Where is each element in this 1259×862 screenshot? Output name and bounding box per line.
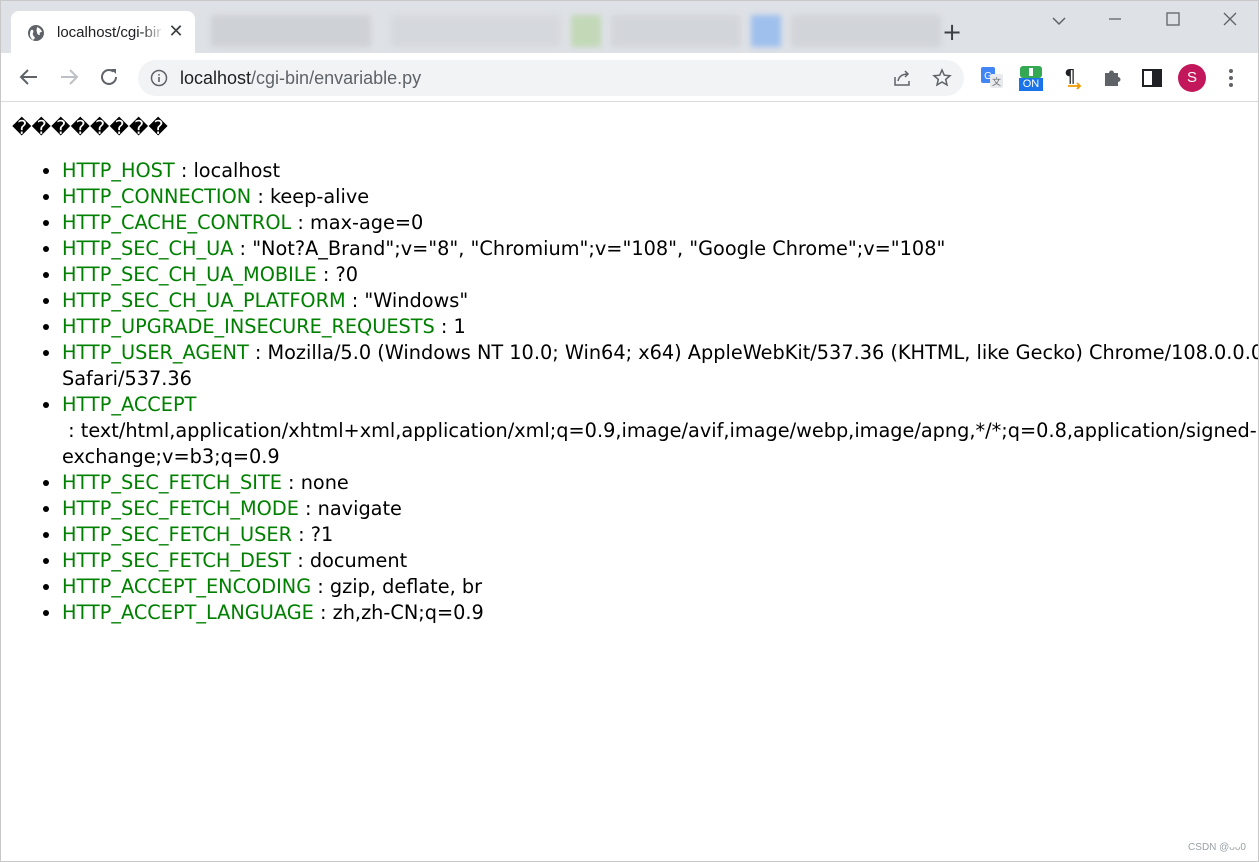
key-value-separator: :	[281, 471, 301, 494]
key-value-separator: :	[434, 315, 454, 338]
key-value-separator: :	[291, 211, 311, 234]
reload-icon[interactable]	[97, 65, 121, 89]
blurred-background-tabs[interactable]	[201, 15, 941, 47]
share-icon[interactable]	[892, 68, 912, 88]
key-value-separator: :	[291, 523, 311, 546]
env-variable-value: keep-alive	[269, 185, 370, 208]
env-variable-key: HTTP_SEC_CH_UA	[62, 237, 234, 260]
env-variable-item: HTTP_CACHE_CONTROL : max-age=0	[62, 210, 1258, 236]
env-variable-value: gzip, deflate, br	[329, 575, 483, 598]
key-value-separator: :	[313, 601, 333, 624]
browser-window: localhost/cgi-bin/envariable.py ✕ +	[0, 0, 1259, 862]
env-variable-key: HTTP_ACCEPT_LANGUAGE	[62, 601, 314, 624]
env-variable-key: HTTP_SEC_FETCH_DEST	[62, 549, 292, 572]
tab-close-icon[interactable]: ✕	[167, 23, 185, 41]
env-variable-value: localhost	[193, 159, 281, 182]
url-host: localhost	[180, 68, 252, 88]
more-menu-icon[interactable]	[1221, 66, 1241, 90]
env-variable-item: HTTP_ACCEPT_LANGUAGE : zh,zh-CN;q=0.9	[62, 600, 1258, 626]
env-variable-key: HTTP_ACCEPT	[62, 393, 197, 416]
env-variable-key: HTTP_SEC_CH_UA_MOBILE	[62, 263, 317, 286]
key-value-separator: :	[174, 159, 194, 182]
bookmark-star-icon[interactable]	[932, 68, 952, 88]
key-value-separator: :	[345, 289, 365, 312]
env-variable-value: "Windows"	[364, 289, 469, 312]
env-variable-key: HTTP_SEC_FETCH_MODE	[62, 497, 299, 520]
key-value-separator: :	[316, 263, 336, 286]
env-variable-value: ?0	[335, 263, 358, 286]
back-arrow-icon[interactable]	[17, 65, 41, 89]
tab-title-fade	[141, 19, 165, 45]
tab-search-chevron-icon[interactable]	[1044, 9, 1074, 33]
watermark: CSDN @ᴗᴗ0	[1188, 842, 1246, 853]
tab-active[interactable]: localhost/cgi-bin/envariable.py ✕	[11, 11, 195, 53]
svg-text:¶: ¶	[1064, 66, 1075, 87]
env-variable-item: HTTP_SEC_CH_UA_MOBILE : ?0	[62, 262, 1258, 288]
env-variable-value: 1	[453, 315, 466, 338]
env-variable-item: HTTP_ACCEPT_ENCODING : gzip, deflate, br	[62, 574, 1258, 600]
env-variable-key: HTTP_CONNECTION	[62, 185, 252, 208]
env-variable-value: navigate	[317, 497, 402, 520]
env-variable-value: "Not?A_Brand";v="8", "Chromium";v="108",…	[252, 237, 946, 260]
key-value-separator: :	[291, 549, 310, 572]
on-toggle-extension-icon[interactable]: ON	[1018, 65, 1044, 91]
forward-arrow-icon[interactable]	[57, 65, 81, 89]
new-tab-button[interactable]: +	[941, 20, 963, 44]
env-variable-item: HTTP_SEC_CH_UA : "Not?A_Brand";v="8", "C…	[62, 236, 1258, 262]
close-window-icon[interactable]	[1215, 9, 1245, 33]
key-value-separator: :	[62, 419, 81, 442]
env-variable-key: HTTP_SEC_CH_UA_PLATFORM	[62, 289, 346, 312]
env-variable-key: HTTP_SEC_FETCH_USER	[62, 523, 292, 546]
env-variable-item: HTTP_HOST : localhost	[62, 158, 1258, 184]
globe-icon	[28, 25, 44, 41]
key-value-separator: :	[248, 341, 268, 364]
env-variable-item: HTTP_UPGRADE_INSECURE_REQUESTS : 1	[62, 314, 1258, 340]
env-variable-value: none	[300, 471, 349, 494]
address-bar[interactable]: localhost/cgi-bin/envariable.py	[138, 60, 964, 96]
env-variable-item: HTTP_USER_AGENT : Mozilla/5.0 (Windows N…	[62, 340, 1258, 392]
pilcrow-extension-icon[interactable]: ¶	[1060, 65, 1086, 91]
env-variable-value: text/html,application/xhtml+xml,applicat…	[62, 419, 1257, 468]
minimize-icon[interactable]	[1100, 9, 1130, 33]
google-translate-icon[interactable]: G 文	[979, 65, 1005, 91]
svg-text:文: 文	[992, 76, 1001, 88]
on-label: ON	[1019, 78, 1043, 91]
env-variable-key: HTTP_SEC_FETCH_SITE	[62, 471, 282, 494]
env-variable-key: HTTP_HOST	[62, 159, 175, 182]
url-text[interactable]: localhost/cgi-bin/envariable.py	[180, 66, 421, 90]
profile-avatar[interactable]: S	[1178, 64, 1206, 92]
key-value-separator: :	[298, 497, 318, 520]
env-variable-item: HTTP_SEC_FETCH_USER : ?1	[62, 522, 1258, 548]
garbled-heading: ��������	[12, 117, 168, 139]
browser-toolbar: localhost/cgi-bin/envariable.py G 文 ON ¶	[1, 53, 1258, 102]
key-value-separator: :	[251, 185, 270, 208]
env-variable-key: HTTP_UPGRADE_INSECURE_REQUESTS	[62, 315, 435, 338]
env-variable-key: HTTP_CACHE_CONTROL	[62, 211, 292, 234]
env-variable-key: HTTP_USER_AGENT	[62, 341, 249, 364]
env-variable-item: HTTP_SEC_FETCH_SITE : none	[62, 470, 1258, 496]
env-variable-item: HTTP_ACCEPT : text/html,application/xhtm…	[62, 392, 1258, 470]
maximize-icon[interactable]	[1158, 9, 1188, 33]
env-variable-value: document	[309, 549, 408, 572]
env-variable-key: HTTP_ACCEPT_ENCODING	[62, 575, 312, 598]
env-variable-item: HTTP_SEC_FETCH_MODE : navigate	[62, 496, 1258, 522]
env-variable-item: HTTP_SEC_FETCH_DEST : document	[62, 548, 1258, 574]
env-variable-value: zh,zh-CN;q=0.9	[332, 601, 484, 624]
url-path: /cgi-bin/envariable.py	[251, 68, 422, 88]
env-variable-value: max-age=0	[310, 211, 424, 234]
tab-strip: localhost/cgi-bin/envariable.py ✕ +	[1, 1, 1258, 53]
site-info-icon[interactable]	[150, 69, 168, 87]
key-value-separator: :	[233, 237, 253, 260]
side-panel-icon[interactable]	[1139, 65, 1165, 91]
env-variable-item: HTTP_CONNECTION : keep-alive	[62, 184, 1258, 210]
page-content: �������� HTTP_HOST : localhostHTTP_CONNE…	[1, 102, 1258, 861]
env-variable-list: HTTP_HOST : localhostHTTP_CONNECTION : k…	[23, 158, 1258, 626]
env-variable-item: HTTP_SEC_CH_UA_PLATFORM : "Windows"	[62, 288, 1258, 314]
env-variable-value: ?1	[310, 523, 334, 546]
puzzle-icon[interactable]	[1099, 65, 1125, 91]
key-value-separator: :	[311, 575, 330, 598]
